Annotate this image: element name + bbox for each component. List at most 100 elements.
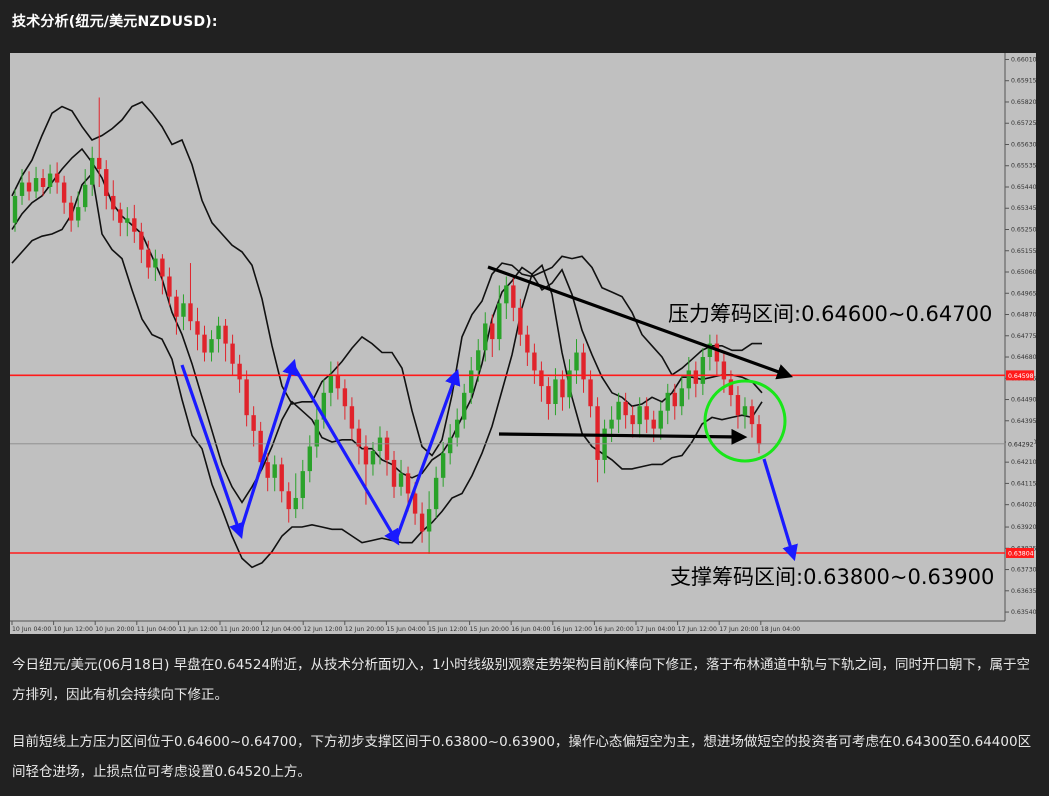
- candle-body: [440, 453, 446, 478]
- candle-body: [588, 379, 593, 407]
- candle-body: [539, 370, 544, 387]
- x-tick-label: 15 Jun 04:00: [386, 626, 425, 633]
- candle-body: [525, 334, 530, 353]
- candle-body: [188, 303, 193, 322]
- y-tick-label: 0.64490: [1011, 397, 1036, 404]
- y-tick-label: 0.64870: [1011, 312, 1036, 319]
- candle-body: [40, 178, 46, 187]
- x-tick-label: 10 Jun 20:00: [95, 626, 134, 633]
- candle-body: [679, 388, 684, 407]
- candle-body: [665, 392, 670, 411]
- candle-body: [714, 343, 720, 362]
- candle-body: [47, 173, 53, 187]
- candle-body: [307, 446, 312, 472]
- candle-body: [609, 419, 614, 429]
- x-tick-label: 15 Jun 20:00: [470, 626, 509, 633]
- x-tick-label: 12 Jun 12:00: [303, 626, 342, 633]
- candle-body: [104, 169, 109, 196]
- candle-body: [33, 178, 39, 192]
- candle-body: [756, 424, 762, 445]
- candle-body: [300, 471, 305, 498]
- candle-body: [153, 258, 158, 268]
- x-tick-label: 16 Jun 04:00: [511, 626, 550, 633]
- candle-body: [216, 325, 221, 340]
- candle-body: [181, 303, 186, 317]
- y-tick-label: 0.65725: [1011, 120, 1036, 127]
- support-price-tag-label: 0.63804: [1008, 550, 1034, 557]
- x-tick-label: 17 Jun 20:00: [719, 626, 758, 633]
- y-tick-label: 0.65630: [1011, 141, 1036, 148]
- page-heading: 技术分析(纽元/美元NZDUSD):: [12, 14, 218, 30]
- support-zone-label: 支撑筹码区间:0.63800~0.63900: [670, 565, 994, 589]
- candle-body: [749, 406, 755, 425]
- y-tick-label: 0.64775: [1011, 333, 1036, 340]
- candle-body: [454, 419, 460, 438]
- y-tick-label: 0.65155: [1011, 248, 1036, 255]
- candle-body: [132, 218, 137, 232]
- analysis-paragraph-2: 目前短线上方压力区间位于0.64600~0.64700，下方初步支撑区间于0.6…: [12, 734, 1032, 780]
- candle-body: [111, 195, 116, 210]
- x-tick-label: 12 Jun 20:00: [345, 626, 384, 633]
- candle-body: [469, 370, 474, 393]
- candle-body: [672, 392, 677, 407]
- x-tick-label: 12 Jun 04:00: [262, 626, 301, 633]
- candle-body: [97, 157, 102, 170]
- candle-body: [595, 406, 600, 460]
- price-chart: 0.66010 0.65915 0.65820 0.65725 0.65630 0.655…: [10, 53, 1036, 634]
- candle-body: [272, 464, 277, 478]
- x-tick-label: 18 Jun 04:00: [761, 626, 800, 633]
- x-tick-label: 15 Jun 12:00: [428, 626, 467, 633]
- candle-body: [363, 446, 369, 465]
- candle-body: [518, 307, 523, 335]
- candle-body: [223, 325, 228, 344]
- candle-body: [377, 437, 383, 451]
- candle-body: [651, 419, 656, 429]
- candle-body: [167, 276, 172, 297]
- chart-svg: 0.66010 0.65915 0.65820 0.65725 0.65630 0.655…: [10, 53, 1036, 634]
- candle-body: [26, 182, 32, 192]
- x-tick-label: 10 Jun 04:00: [12, 626, 51, 633]
- candle-body: [314, 419, 320, 447]
- candle-body: [286, 491, 291, 510]
- candle-body: [405, 473, 411, 494]
- candle-body: [686, 370, 692, 389]
- candle-body: [335, 374, 341, 389]
- analysis-paragraph-1: 今日纽元/美元(06月18日) 早盘在0.64524附近，从技术分析面切入，1小…: [12, 657, 1030, 703]
- y-tick-label: 0.65915: [1011, 78, 1036, 85]
- candle-body: [118, 209, 123, 223]
- candle-body: [447, 437, 453, 454]
- x-tick-label: 10 Jun 12:00: [54, 626, 93, 633]
- candle-body: [237, 363, 242, 380]
- candle-body: [644, 406, 649, 420]
- candle-body: [567, 370, 572, 398]
- candle-body: [328, 374, 334, 393]
- x-tick-label: 11 Jun 04:00: [137, 626, 176, 633]
- y-tick-label: 0.63540: [1011, 609, 1036, 616]
- y-tick-label: 0.64395: [1011, 418, 1036, 425]
- y-tick-label: 0.64115: [1011, 480, 1036, 487]
- candle-body: [426, 509, 432, 532]
- candle-body: [504, 285, 509, 304]
- x-tick-label: 16 Jun 12:00: [553, 626, 592, 633]
- candle-body: [195, 321, 200, 335]
- y-tick-label: 0.65060: [1011, 269, 1036, 276]
- candle-body: [209, 339, 214, 353]
- y-tick-label: 0.65345: [1011, 205, 1036, 212]
- y-tick-label: 0.64965: [1011, 290, 1036, 297]
- candle-body: [54, 173, 60, 183]
- candle-body: [160, 258, 165, 277]
- y-tick-label: 0.65440: [1011, 184, 1036, 191]
- candle-body: [370, 450, 376, 465]
- candle-body: [12, 195, 18, 223]
- x-tick-label: 16 Jun 20:00: [594, 626, 633, 633]
- candle-body: [251, 415, 256, 431]
- candle-body: [384, 437, 390, 460]
- candle-body: [658, 410, 663, 429]
- x-tick-label: 17 Jun 04:00: [636, 626, 675, 633]
- candle-body: [82, 184, 88, 208]
- candle-body: [742, 406, 748, 416]
- candle-body: [125, 218, 130, 223]
- candle-body: [279, 464, 284, 492]
- candle-body: [735, 395, 741, 416]
- candle-body: [146, 249, 151, 268]
